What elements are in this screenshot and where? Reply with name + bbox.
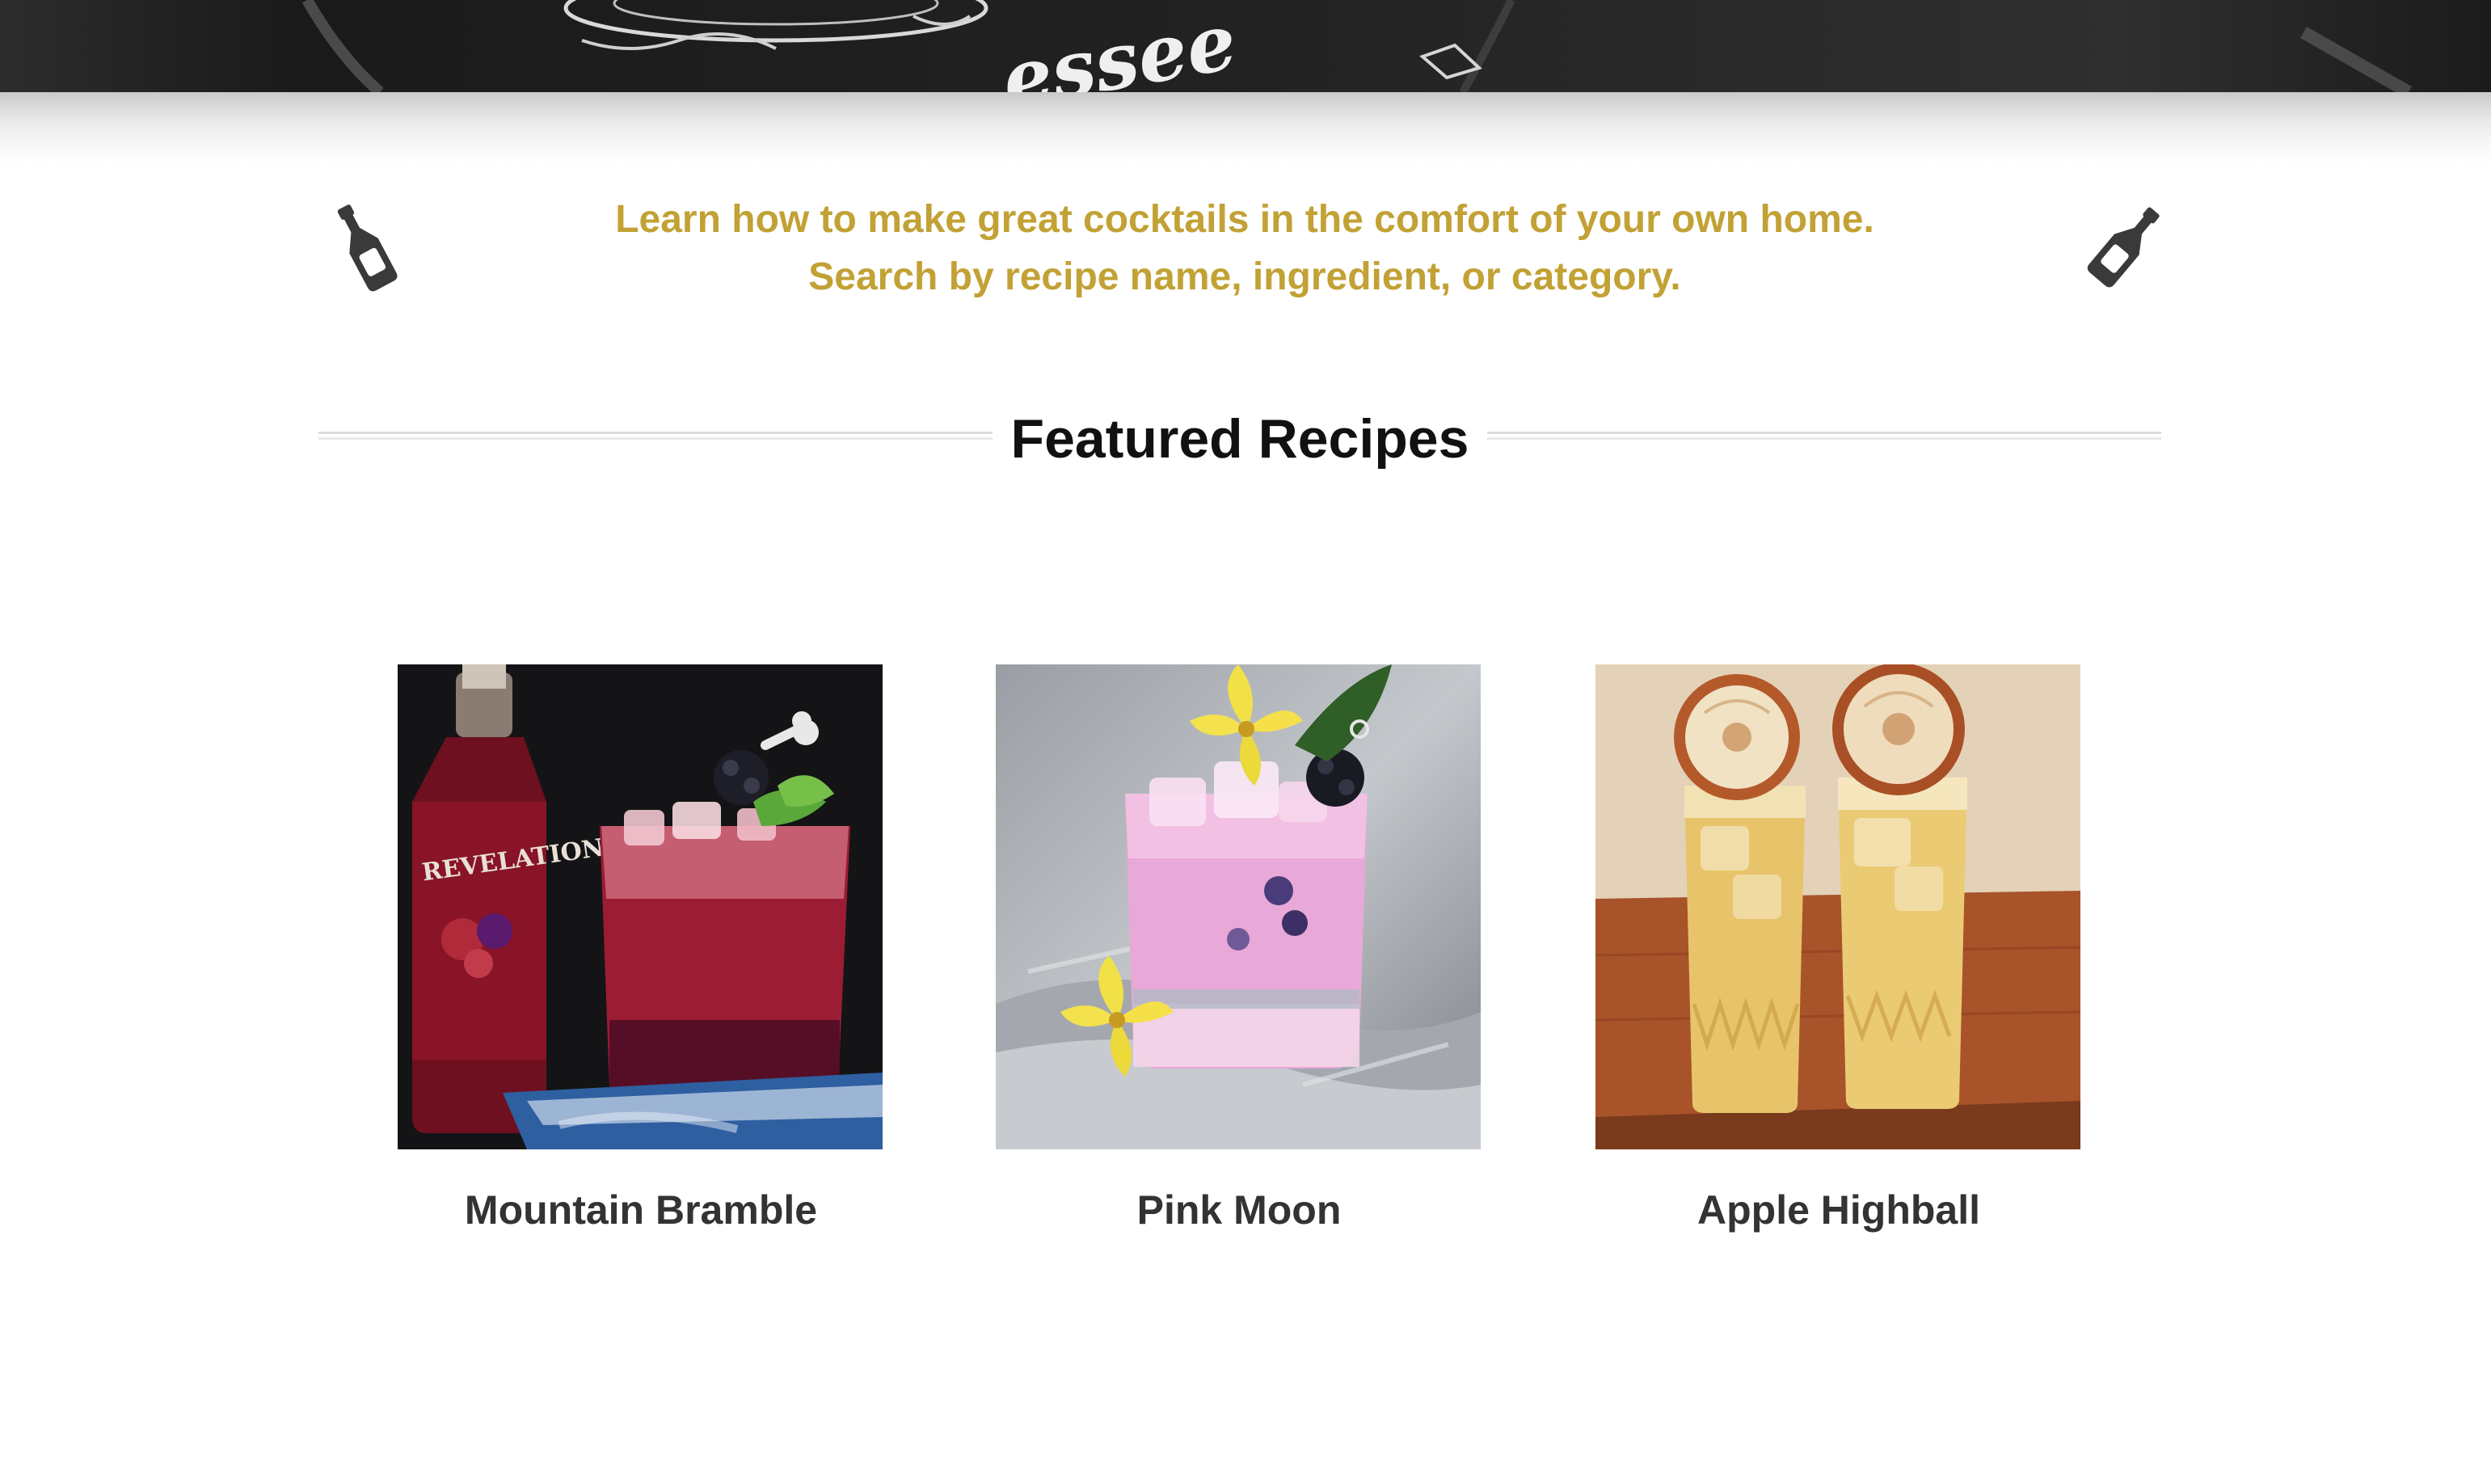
heading-divider-right <box>1487 432 2161 440</box>
intro-line-2: Search by recipe name, ingredient, or ca… <box>808 255 1681 298</box>
hero-banner: essee <box>0 0 2491 92</box>
bottle-icon <box>2085 197 2166 294</box>
page: essee Learn how to make great cocktails … <box>0 0 2491 1484</box>
hero-shadow <box>0 92 2491 165</box>
recipe-title[interactable]: Mountain Bramble <box>333 1182 949 1238</box>
recipe-image-mountain-bramble[interactable]: REVELATION <box>398 664 883 1149</box>
featured-heading: Featured Recipes <box>318 403 2161 475</box>
recipe-card-apple-highball[interactable]: Apple Highball <box>1595 664 2082 1263</box>
bottle-icon <box>323 197 404 294</box>
recipe-card-mountain-bramble[interactable]: REVELATION Mountain Bramble <box>398 664 884 1263</box>
recipe-image-apple-highball[interactable] <box>1595 664 2080 1149</box>
recipe-title[interactable]: Pink Moon <box>931 1182 1547 1238</box>
intro-section: Learn how to make great cocktails in the… <box>323 191 2166 304</box>
recipe-card-pink-moon[interactable]: Pink Moon <box>996 664 1482 1263</box>
recipe-image-pink-moon[interactable] <box>996 664 1481 1149</box>
recipe-cards: REVELATION Mountain Bramble Pink Moon Ap… <box>398 664 2080 1263</box>
recipe-title[interactable]: Apple Highball <box>1531 1182 2147 1238</box>
intro-line-1: Learn how to make great cocktails in the… <box>615 198 1874 241</box>
intro-text: Learn how to make great cocktails in the… <box>445 191 2045 306</box>
hero-bottle-label-image: essee <box>0 0 2491 92</box>
